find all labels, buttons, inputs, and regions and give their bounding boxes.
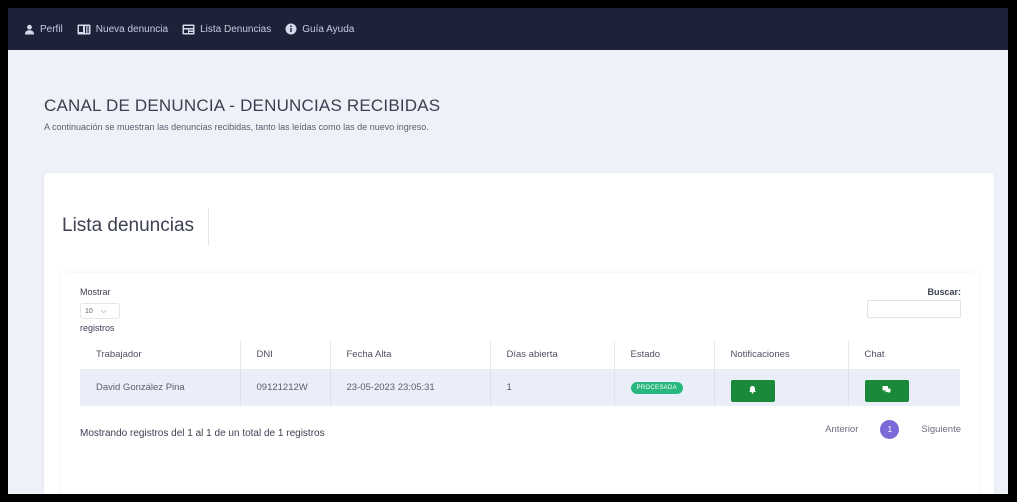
nav-item-nueva-denuncia[interactable]: Nueva denuncia [77, 24, 168, 35]
cell-dias-abierta: 1 [489, 369, 614, 406]
cell-fecha-alta: 23-05-2023 23:05:31 [329, 369, 490, 406]
length-label-before: Mostrar [80, 287, 111, 297]
chat-icon [882, 385, 891, 397]
app-window: Perfil Nueva denuncia Lista Denuncias Gu… [8, 8, 1008, 494]
cell-dni: 09121212W [239, 369, 330, 406]
denuncias-table: Trabajador DNI Fecha Alta Días abierta E… [80, 341, 960, 406]
table-header-row: Trabajador DNI Fecha Alta Días abierta E… [80, 341, 960, 370]
nav-label-lista-denuncias: Lista Denuncias [200, 23, 272, 35]
pagination: Anterior 1 Siguiente [825, 420, 961, 439]
col-chat[interactable]: Chat [847, 341, 960, 370]
nav-label-guia-ayuda: Guía Ayuda [302, 23, 355, 35]
page-header: CANAL DE DENUNCIA - DENUNCIAS RECIBIDAS … [44, 96, 440, 132]
col-fecha-alta[interactable]: Fecha Alta [329, 341, 490, 370]
nav-label-nueva-denuncia: Nueva denuncia [95, 23, 169, 35]
nav-item-perfil[interactable]: Perfil [24, 24, 63, 35]
pagination-next[interactable]: Siguiente [921, 424, 961, 435]
search-input[interactable] [867, 300, 961, 318]
col-estado[interactable]: Estado [613, 341, 714, 370]
newspaper-icon [182, 24, 195, 35]
top-nav: Perfil Nueva denuncia Lista Denuncias Gu… [8, 8, 1008, 50]
cell-notificaciones [713, 369, 848, 406]
status-badge: PROCESADA [630, 382, 683, 395]
nav-item-lista-denuncias[interactable]: Lista Denuncias [182, 24, 271, 35]
title-divider [208, 208, 209, 246]
chevron-down-icon: ⌵ [100, 306, 107, 315]
cell-chat [847, 369, 960, 406]
card-title: Lista denuncias [62, 215, 195, 236]
info-circle-icon [285, 23, 297, 35]
page-title: CANAL DE DENUNCIA - DENUNCIAS RECIBIDAS [44, 96, 441, 115]
chat-button[interactable] [864, 379, 909, 402]
page-subtitle: A continuación se muestran las denuncias… [44, 122, 429, 132]
length-label-after: registros [80, 323, 115, 333]
length-select[interactable]: 10 ⌵ [80, 303, 120, 319]
col-dni[interactable]: DNI [239, 341, 330, 370]
cell-estado: PROCESADA [613, 369, 714, 406]
length-select-value: 10 [85, 307, 93, 315]
nav-item-guia-ayuda[interactable]: Guía Ayuda [285, 23, 354, 35]
pagination-prev[interactable]: Anterior [825, 424, 858, 435]
user-icon [24, 24, 35, 35]
search-label: Buscar: [927, 287, 961, 297]
cell-trabajador: David González Pina [80, 369, 240, 406]
col-notificaciones[interactable]: Notificaciones [713, 341, 848, 370]
col-trabajador[interactable]: Trabajador [80, 341, 240, 370]
denuncias-card: Lista denuncias Mostrar 10 ⌵ registros B… [44, 173, 994, 494]
notifications-button[interactable] [730, 379, 775, 402]
bell-icon [748, 385, 757, 397]
col-dias-abierta[interactable]: Días abierta [489, 341, 614, 370]
datatable-wrapper: Mostrar 10 ⌵ registros Buscar: Trabajado… [62, 273, 979, 494]
table-info: Mostrando registros del 1 al 1 de un tot… [80, 428, 325, 439]
nav-label-perfil: Perfil [40, 23, 63, 35]
table-row: David González Pina 09121212W 23-05-2023… [80, 369, 960, 406]
pagination-page-1[interactable]: 1 [880, 420, 900, 439]
id-card-icon [77, 24, 91, 35]
